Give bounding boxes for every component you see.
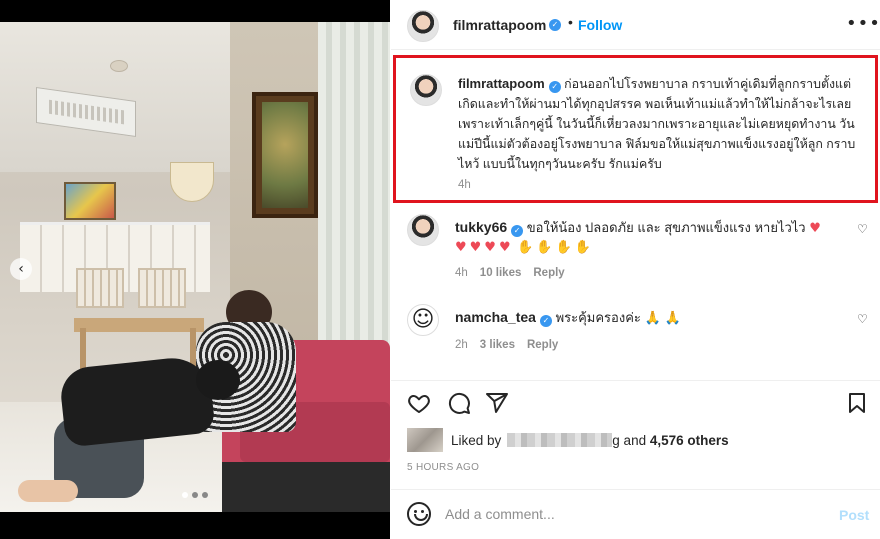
- post-photo[interactable]: [0, 22, 390, 512]
- photo-table: [74, 318, 204, 332]
- comment-body: namcha_tea ✓ พระคุ้มครองค่ะ 🙏 🙏: [455, 308, 835, 328]
- comment-reply-button[interactable]: Reply: [533, 267, 564, 279]
- add-comment-bar: Post: [391, 489, 880, 539]
- comment-meta: 2h 3 likes Reply: [455, 339, 558, 351]
- photo-chair: [76, 268, 124, 308]
- save-bookmark-icon[interactable]: [845, 391, 869, 415]
- comment-meta: 4h 10 likes Reply: [455, 267, 565, 279]
- commenter-avatar[interactable]: [407, 214, 439, 246]
- comment-heart-emoji: ♥: [809, 221, 824, 236]
- caption-username[interactable]: filmrattapoom: [458, 76, 545, 91]
- comment-text: ขอให้น้อง ปลอดภัย และ สุขภาพแข็งแรง หายไ…: [526, 220, 806, 235]
- verified-badge-icon: ✓: [511, 225, 524, 237]
- carousel-dots: [182, 492, 208, 498]
- photo-painting-frame: [252, 92, 318, 218]
- like-heart-icon[interactable]: [407, 391, 431, 415]
- comment-like-icon[interactable]: ♡: [857, 312, 868, 326]
- comment-body: tukky66 ✓ ขอให้น้อง ปลอดภัย และ สุขภาพแข็…: [455, 218, 835, 257]
- comment-hand-emojis: ✋✋✋✋: [517, 240, 594, 255]
- post-header: filmrattapoom ✓ • Follow •••: [391, 0, 880, 50]
- photo-sofa-base: [222, 462, 390, 512]
- post-comment-button[interactable]: Post: [839, 507, 869, 523]
- comment-praying-emojis: 🙏 🙏: [644, 311, 682, 326]
- liked-by-row: Liked by g and 4,576 others: [407, 428, 729, 452]
- follow-button[interactable]: Follow: [578, 17, 622, 33]
- photo-son-head: [196, 360, 240, 400]
- comment-likes[interactable]: 10 likes: [480, 267, 522, 279]
- caption: filmrattapoom ✓ ก่อนออกไปโรงพยาบาล กราบเท…: [458, 74, 858, 174]
- commenter-username[interactable]: namcha_tea: [455, 309, 536, 325]
- comment-bubble-icon[interactable]: [447, 391, 471, 415]
- comment-heart-emojis: ♥♥♥♥: [455, 240, 514, 255]
- post-timestamp[interactable]: 5 HOURS AGO: [407, 462, 479, 473]
- post-details-panel: filmrattapoom ✓ • Follow ••• filmrattapo…: [391, 0, 880, 539]
- author-avatar[interactable]: [407, 10, 439, 42]
- photo-smoke-detector: [110, 60, 128, 72]
- caption-body: ก่อนออกไปโรงพยาบาล กราบเท้าคู่เดิมที่ลูก…: [458, 77, 856, 171]
- post-actions: [391, 380, 880, 422]
- comment-like-icon[interactable]: ♡: [857, 222, 868, 236]
- caption-author-avatar[interactable]: [410, 74, 442, 106]
- comment-likes[interactable]: 3 likes: [480, 339, 515, 351]
- liked-by-blurred-name[interactable]: [507, 433, 613, 447]
- commenter-avatar-smiley-icon[interactable]: ☺: [407, 304, 439, 336]
- photo-son-body: [58, 354, 216, 448]
- author-username[interactable]: filmrattapoom: [453, 17, 546, 33]
- photo-chair: [138, 268, 186, 308]
- liked-by-avatar[interactable]: [407, 428, 443, 452]
- post-photo-panel: ‹: [0, 0, 390, 539]
- header-separator: •: [568, 14, 573, 30]
- carousel-dot: [182, 492, 188, 498]
- photo-son-feet: [18, 480, 78, 502]
- verified-badge-icon: ✓: [549, 19, 561, 31]
- share-paper-plane-icon[interactable]: [485, 391, 509, 415]
- photo-small-painting: [64, 182, 116, 220]
- carousel-dot: [192, 492, 198, 498]
- photo-chandelier: [170, 162, 214, 202]
- emoji-picker-icon[interactable]: [407, 502, 431, 526]
- liked-by-prefix: Liked by: [451, 432, 502, 448]
- comment-time[interactable]: 2h: [455, 339, 468, 351]
- likes-count[interactable]: 4,576 others: [650, 433, 729, 448]
- verified-badge-icon: ✓: [539, 315, 552, 327]
- comment-time[interactable]: 4h: [455, 267, 468, 279]
- caption-time[interactable]: 4h: [458, 179, 471, 191]
- commenter-username[interactable]: tukky66: [455, 219, 507, 235]
- comment-text: พระคุ้มครองค่ะ: [555, 310, 641, 325]
- verified-badge-icon: ✓: [548, 81, 561, 93]
- carousel-dot: [202, 492, 208, 498]
- comment-input[interactable]: [445, 506, 805, 522]
- caption-highlight-box: filmrattapoom ✓ ก่อนออกไปโรงพยาบาล กราบเท…: [393, 55, 878, 203]
- comment-reply-button[interactable]: Reply: [527, 339, 558, 351]
- liked-by-suffix: g and: [612, 432, 647, 448]
- carousel-prev-icon[interactable]: ‹: [10, 258, 32, 280]
- more-options-icon[interactable]: •••: [846, 13, 880, 34]
